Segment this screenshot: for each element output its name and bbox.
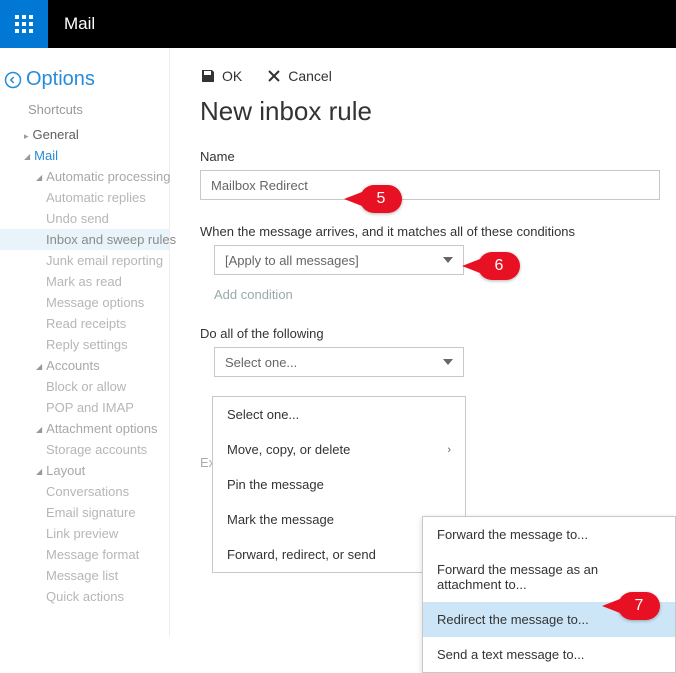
dd-item-pin[interactable]: Pin the message: [213, 467, 465, 502]
sidebar-item-undo-send[interactable]: Undo send: [0, 208, 169, 229]
sidebar-item-quick-actions[interactable]: Quick actions: [0, 586, 169, 607]
close-icon: [266, 68, 282, 84]
sidebar-item-mail[interactable]: Mail: [0, 145, 169, 166]
action-label: Do all of the following: [200, 326, 676, 341]
rule-name-input[interactable]: [200, 170, 660, 200]
condition-value: [Apply to all messages]: [225, 253, 359, 268]
sidebar-item-shortcuts[interactable]: Shortcuts: [0, 99, 169, 120]
sidebar-item-general[interactable]: General: [0, 124, 169, 145]
cancel-label: Cancel: [288, 68, 332, 84]
options-back[interactable]: Options: [0, 66, 169, 99]
sidebar-item-accounts[interactable]: Accounts: [0, 355, 169, 376]
sidebar-item-email-signature[interactable]: Email signature: [0, 502, 169, 523]
dd-label: Forward, redirect, or send: [227, 547, 376, 562]
dd-label: Select one...: [227, 407, 299, 422]
sidebar-item-storage-accounts[interactable]: Storage accounts: [0, 439, 169, 460]
sidebar-item-inbox-sweep[interactable]: Inbox and sweep rules: [0, 229, 169, 250]
sidebar-item-layout[interactable]: Layout: [0, 460, 169, 481]
action-value: Select one...: [225, 355, 297, 370]
app-launcher-button[interactable]: [0, 0, 48, 48]
action-select[interactable]: Select one...: [214, 347, 464, 377]
cancel-button[interactable]: Cancel: [266, 68, 332, 84]
app-name: Mail: [64, 14, 95, 34]
name-label: Name: [200, 149, 676, 164]
sidebar-item-automatic-replies[interactable]: Automatic replies: [0, 187, 169, 208]
options-title: Options: [26, 68, 95, 91]
sidebar-item-reply-settings[interactable]: Reply settings: [0, 334, 169, 355]
dd-item-move-copy-delete[interactable]: Move, copy, or delete ›: [213, 432, 465, 467]
toolbar: OK Cancel: [200, 68, 676, 84]
dd-label: Pin the message: [227, 477, 324, 492]
sidebar-item-junk[interactable]: Junk email reporting: [0, 250, 169, 271]
condition-select[interactable]: [Apply to all messages]: [214, 245, 464, 275]
sidebar-item-conversations[interactable]: Conversations: [0, 481, 169, 502]
add-condition-link[interactable]: Add condition: [214, 287, 676, 302]
fly-item-text-message[interactable]: Send a text message to...: [423, 637, 675, 672]
sidebar-item-message-options[interactable]: Message options: [0, 292, 169, 313]
chevron-down-icon: [443, 257, 453, 263]
sidebar-item-message-format[interactable]: Message format: [0, 544, 169, 565]
annotation-bubble-7: 7: [618, 592, 660, 620]
save-icon: [200, 68, 216, 84]
waffle-icon: [14, 14, 34, 34]
dd-label: Mark the message: [227, 512, 334, 527]
sidebar-item-read-receipts[interactable]: Read receipts: [0, 313, 169, 334]
annotation-bubble-5: 5: [360, 185, 402, 213]
ok-label: OK: [222, 68, 242, 84]
condition-label: When the message arrives, and it matches…: [200, 224, 676, 239]
condition-block: When the message arrives, and it matches…: [200, 224, 676, 302]
top-bar: Mail: [0, 0, 676, 48]
sidebar-item-attachment-options[interactable]: Attachment options: [0, 418, 169, 439]
annotation-bubble-6: 6: [478, 252, 520, 280]
sidebar-item-mark-read[interactable]: Mark as read: [0, 271, 169, 292]
sidebar-item-automatic-processing[interactable]: Automatic processing: [0, 166, 169, 187]
name-field-block: Name: [200, 149, 676, 200]
dd-label: Move, copy, or delete: [227, 442, 350, 457]
page-title: New inbox rule: [200, 96, 676, 127]
dd-item-select-one[interactable]: Select one...: [213, 397, 465, 432]
sidebar-item-message-list[interactable]: Message list: [0, 565, 169, 586]
ok-button[interactable]: OK: [200, 68, 242, 84]
sidebar-item-block-allow[interactable]: Block or allow: [0, 376, 169, 397]
chevron-down-icon: [443, 359, 453, 365]
fly-item-forward[interactable]: Forward the message to...: [423, 517, 675, 552]
sidebar-item-link-preview[interactable]: Link preview: [0, 523, 169, 544]
back-arrow-icon: [4, 71, 22, 89]
sidebar-item-pop-imap[interactable]: POP and IMAP: [0, 397, 169, 418]
chevron-right-icon: ›: [447, 444, 451, 456]
sidebar: Options Shortcuts General Mail Automatic…: [0, 48, 170, 636]
